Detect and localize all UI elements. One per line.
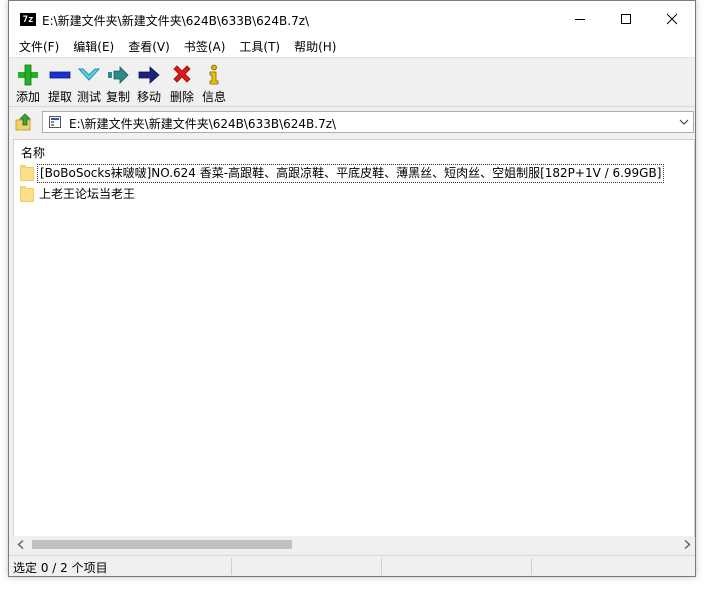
menu-help[interactable]: 帮助(H) (287, 37, 343, 57)
delete-label: 删除 (169, 90, 194, 104)
list-item[interactable]: 上老王论坛当老王 (20, 185, 137, 204)
address-bar[interactable]: E:\新建文件夹\新建文件夹\624B\633B\624B.7z\ (42, 111, 694, 133)
file-list[interactable]: 名称 [BoBoSocks袜啵啵]NO.624 香菜-高跟鞋、高跟凉鞋、平底皮鞋… (13, 139, 695, 553)
up-folder-icon (15, 113, 31, 131)
list-item-name: [BoBoSocks袜啵啵]NO.624 香菜-高跟鞋、高跟凉鞋、平底皮鞋、薄黑… (37, 164, 665, 183)
column-name[interactable]: 名称 (21, 144, 45, 161)
address-row: E:\新建文件夹\新建文件夹\624B\633B\624B.7z\ (9, 107, 695, 137)
minimize-button[interactable] (557, 1, 603, 37)
address-path: E:\新建文件夹\新建文件夹\624B\633B\624B.7z\ (69, 117, 337, 131)
copy-label: 复制 (105, 90, 130, 104)
test-button[interactable]: 测试 (73, 62, 105, 106)
status-divider (381, 558, 382, 575)
add-button[interactable]: 添加 (12, 62, 44, 106)
maximize-icon (621, 14, 631, 24)
minimize-icon (575, 19, 585, 20)
scroll-right-icon[interactable] (683, 540, 691, 549)
info-button[interactable]: 信息 (198, 62, 230, 106)
add-icon (18, 64, 38, 86)
move-label: 移动 (136, 90, 161, 104)
toolbar: 添加 提取 测试 复制 移动 删除 信息 (9, 57, 695, 107)
close-button[interactable] (649, 1, 695, 37)
copy-icon (108, 66, 129, 84)
extract-icon (49, 71, 71, 79)
menu-view[interactable]: 查看(V) (121, 37, 177, 57)
delete-button[interactable]: 删除 (166, 62, 198, 106)
extract-label: 提取 (47, 90, 72, 104)
status-bar: 选定 0 / 2 个项目 (9, 555, 695, 576)
info-icon (209, 64, 219, 85)
menu-bar: 文件(F) 编辑(E) 查看(V) 书签(A) 工具(T) 帮助(H) (9, 37, 695, 57)
folder-icon (20, 185, 34, 202)
chevron-down-icon[interactable] (679, 117, 689, 127)
window-title: E:\新建文件夹\新建文件夹\624B\633B\624B.7z\ (42, 14, 310, 28)
archive-path-icon (49, 116, 61, 128)
title-bar[interactable]: 7z E:\新建文件夹\新建文件夹\624B\633B\624B.7z\ (9, 1, 695, 37)
test-icon (78, 68, 100, 81)
horizontal-scrollbar[interactable] (14, 536, 694, 553)
test-label: 测试 (76, 90, 101, 104)
status-divider (231, 558, 232, 575)
add-label: 添加 (15, 90, 40, 104)
menu-bookmarks[interactable]: 书签(A) (177, 37, 233, 57)
menu-edit[interactable]: 编辑(E) (66, 37, 121, 57)
menu-tools[interactable]: 工具(T) (232, 37, 287, 57)
up-folder-button[interactable] (14, 112, 34, 132)
move-button[interactable]: 移动 (133, 62, 165, 106)
move-icon (138, 66, 160, 84)
scroll-left-icon[interactable] (17, 540, 25, 549)
status-text: 选定 0 / 2 个项目 (13, 561, 108, 575)
scrollbar-thumb[interactable] (32, 540, 292, 549)
app-7z-icon: 7z (20, 13, 36, 26)
extract-button[interactable]: 提取 (44, 62, 76, 106)
list-item[interactable]: [BoBoSocks袜啵啵]NO.624 香菜-高跟鞋、高跟凉鞋、平底皮鞋、薄黑… (20, 164, 665, 183)
delete-icon (173, 65, 191, 83)
status-divider (531, 558, 532, 575)
maximize-button[interactable] (603, 1, 649, 37)
column-header[interactable]: 名称 (14, 140, 694, 162)
list-item-name: 上老王论坛当老王 (39, 187, 136, 201)
archive-window: 7z E:\新建文件夹\新建文件夹\624B\633B\624B.7z\ 文件(… (8, 0, 696, 577)
menu-file[interactable]: 文件(F) (9, 37, 66, 57)
info-label: 信息 (201, 90, 226, 104)
folder-icon (20, 164, 34, 181)
close-icon (666, 13, 678, 25)
copy-button[interactable]: 复制 (102, 62, 134, 106)
